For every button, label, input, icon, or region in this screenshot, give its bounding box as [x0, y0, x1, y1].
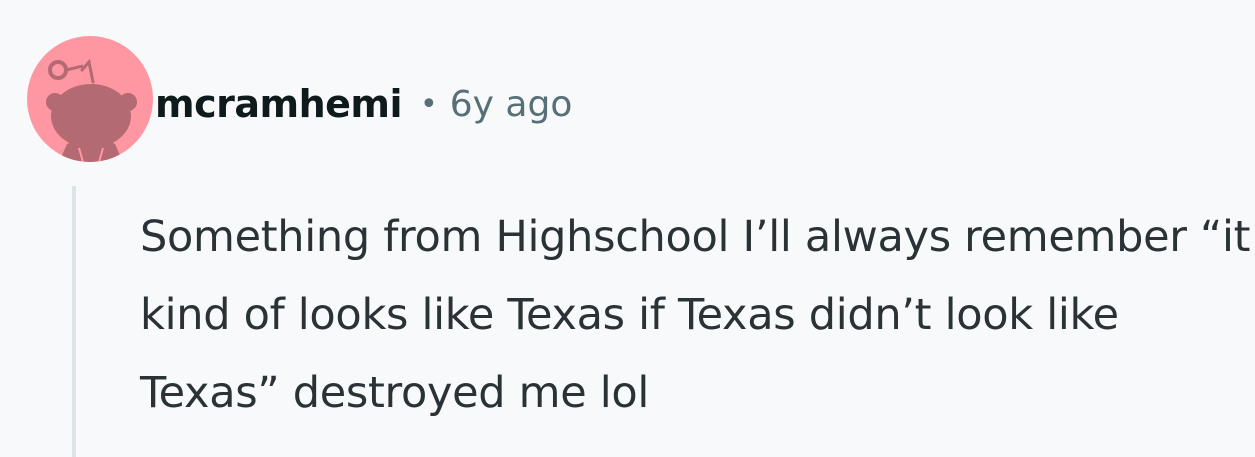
avatar[interactable]: [27, 36, 153, 162]
comment-header: mcramhemi • 6y ago: [155, 78, 572, 130]
comment-body: Something from Highschool I’ll always re…: [140, 212, 1251, 418]
thread-line[interactable]: [72, 186, 76, 457]
comment: mcramhemi • 6y ago Something from Highsc…: [0, 0, 1255, 457]
reddit-snoo-icon: [27, 36, 153, 162]
timestamp[interactable]: 6y ago: [450, 84, 573, 125]
username[interactable]: mcramhemi: [155, 82, 403, 126]
separator-dot: •: [420, 86, 438, 122]
